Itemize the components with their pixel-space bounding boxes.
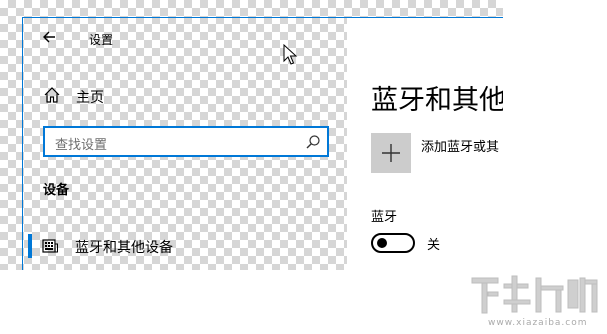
search-placeholder: 查找设置 xyxy=(55,138,108,153)
selection-indicator xyxy=(28,234,32,258)
window-title: 设置 xyxy=(89,33,114,47)
xiazaiba-logo-icon xyxy=(471,275,598,314)
add-device-button[interactable] xyxy=(371,133,411,173)
search-icon[interactable] xyxy=(305,134,321,150)
watermark-domain: www.xiazaiba.com xyxy=(488,318,588,328)
category-heading: 设备 xyxy=(43,183,70,198)
search-input[interactable]: 查找设置 xyxy=(43,126,329,157)
sidebar-item-label: 蓝牙和其他设备 xyxy=(75,240,173,256)
home-icon[interactable] xyxy=(43,86,61,104)
sidebar: 设置 主页 查找设置 设备 蓝牙和其他设备 xyxy=(23,18,347,270)
devices-icon xyxy=(42,238,58,254)
watermark: www.xiazaiba.com xyxy=(468,272,602,332)
plus-icon xyxy=(382,144,400,162)
mouse-cursor-icon xyxy=(283,43,299,66)
settings-window: 设置 主页 查找设置 设备 蓝牙和其他设备 蓝牙和其他 添加蓝牙或其 蓝牙 关 xyxy=(22,17,503,270)
page-title: 蓝牙和其他 xyxy=(371,85,503,116)
toggle-knob xyxy=(377,238,387,248)
bluetooth-section-label: 蓝牙 xyxy=(371,210,398,225)
bluetooth-toggle-state: 关 xyxy=(427,238,441,253)
content-pane: 蓝牙和其他 添加蓝牙或其 蓝牙 关 xyxy=(347,18,503,270)
add-device-label[interactable]: 添加蓝牙或其 xyxy=(421,136,499,155)
back-arrow-icon[interactable] xyxy=(41,28,57,46)
home-link[interactable]: 主页 xyxy=(76,87,104,107)
sidebar-item-bluetooth-devices[interactable]: 蓝牙和其他设备 xyxy=(23,230,347,262)
bluetooth-toggle[interactable] xyxy=(371,233,415,253)
